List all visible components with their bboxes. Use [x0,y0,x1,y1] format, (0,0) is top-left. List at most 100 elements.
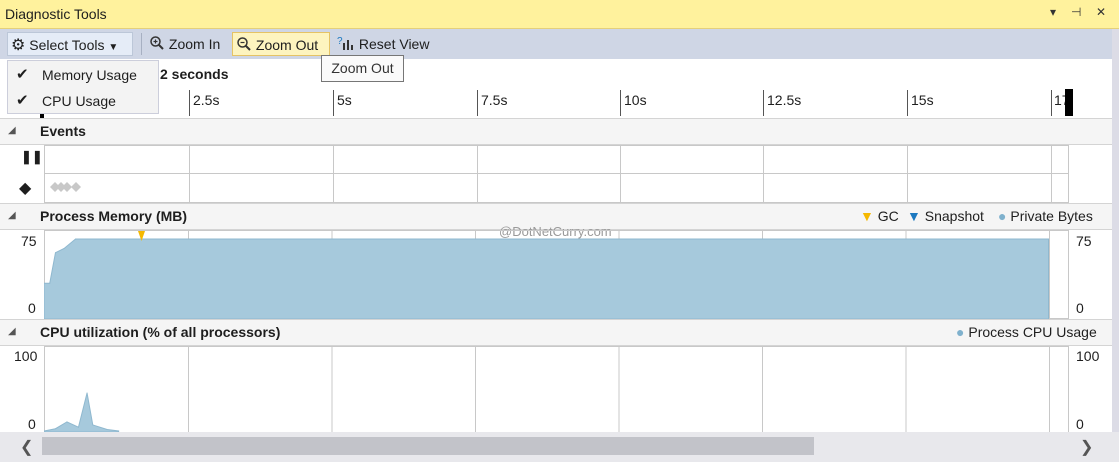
events-track[interactable] [44,145,1069,203]
window-title: Diagnostic Tools [5,6,107,22]
time-ruler[interactable] [0,88,1112,119]
close-icon[interactable]: ✕ [1096,5,1106,19]
memory-data-point [1048,238,1049,240]
ruler-label: 10s [624,92,647,108]
cpu-series-area [44,392,120,432]
memory-data-point [86,238,88,240]
ruler-tick [763,90,764,116]
memory-y-max-label-right: 75 [1076,233,1092,249]
cpu-data-point [66,421,68,423]
ruler-label: 2.5s [193,92,220,108]
process-memory-title: Process Memory (MB) [40,208,188,224]
chevron-down-icon: ▼ [108,42,119,53]
select-tools-menu: ✔ Memory Usage ✔ CPU Usage [7,60,159,114]
memory-data-point [49,282,51,284]
zoom-in-button[interactable]: Zoom In [146,32,223,56]
ruler-tick [620,90,621,116]
memory-series-area [44,238,1049,319]
scroll-right-icon[interactable]: ❯ [1080,437,1093,457]
pause-icon[interactable]: ❚❚ [21,149,43,165]
timeline-end-marker[interactable] [1065,89,1073,116]
cpu-data-point [77,426,79,428]
diamond-icon[interactable]: ◆ [19,178,31,198]
events-section-header[interactable]: ◢ Events [0,118,1112,145]
zoom-in-label: Zoom In [168,36,221,52]
gc-marker-icon: ▼ [860,208,874,224]
cpu-title: CPU utilization (% of all processors) [40,324,281,340]
events-grid-line [44,173,1069,174]
checkmark-icon: ✔ [16,66,29,83]
ruler-tick [333,90,334,116]
timeline-duration-label: 2 seconds [160,66,229,82]
memory-data-point [100,238,102,240]
grid-line [763,145,764,203]
zoom-in-icon [150,36,164,50]
ruler-label: 5s [337,92,352,108]
memory-chart [44,230,1050,319]
cpu-data-point [106,428,108,430]
reset-view-button[interactable]: ? Reset View [334,32,432,56]
private-bytes-dot-icon: ● [998,208,1007,224]
cpu-chart [44,346,1050,432]
legend-private-bytes: ● Private Bytes [998,208,1093,224]
cpu-y-min-label: 0 [28,416,36,432]
legend-process-cpu-usage: ● Process CPU Usage [956,324,1097,340]
cpu-y-min-label-right: 0 [1076,416,1084,432]
toolbar: ⚙ Select Tools ▼ Zoom In Zoom Out ? Rese… [0,29,1112,59]
ruler-tick [477,90,478,116]
svg-text:?: ? [337,36,343,47]
memory-data-point [118,238,120,240]
vertical-scrollbar[interactable] [1112,29,1119,432]
ruler-tick [1051,90,1052,116]
grid-line [477,145,478,203]
reset-view-icon: ? [337,36,353,50]
zoom-out-label: Zoom Out [255,37,319,53]
ruler-label: 7.5s [481,92,508,108]
ruler-tick [907,90,908,116]
reset-view-label: Reset View [358,36,430,52]
memory-y-min-label-right: 0 [1076,300,1084,316]
ruler-label: 12.5s [767,92,802,108]
cpu-data-point [86,392,88,394]
grid-line [333,145,334,203]
dropdown-arrow-icon[interactable]: ▾ [1050,5,1056,19]
memory-y-min-label: 0 [28,300,36,316]
memory-data-point [63,247,65,249]
grid-line [620,145,621,203]
memory-y-max-label: 75 [21,233,37,249]
cpu-data-point [54,428,56,430]
events-title: Events [40,123,86,139]
gear-icon: ⚙ [11,37,26,54]
legend-gc: ▼ GC [860,208,899,224]
zoom-out-tooltip: Zoom Out [321,55,404,82]
cpu-usage-dot-icon: ● [956,324,965,340]
scrollbar-thumb[interactable] [42,437,814,455]
zoom-out-button[interactable]: Zoom Out [232,32,330,56]
checkmark-icon: ✔ [16,92,29,109]
cpu-y-max-label: 100 [14,348,38,364]
cpu-data-point [92,424,94,426]
menu-item-memory-usage[interactable]: ✔ Memory Usage [8,62,158,88]
zoom-out-icon [237,37,251,51]
select-tools-label: Select Tools [29,37,105,53]
grid-line [907,145,908,203]
collapse-triangle-icon[interactable]: ◢ [8,326,16,337]
window-title-bar: Diagnostic Tools ▾ ⊣ ✕ [0,0,1119,29]
scroll-left-icon[interactable]: ❮ [20,437,33,457]
toolbar-separator [141,33,142,55]
grid-line [189,145,190,203]
ruler-label: 15s [911,92,934,108]
grid-line [1051,145,1052,203]
menu-item-cpu-usage[interactable]: ✔ CPU Usage [8,88,158,114]
cpu-y-max-label-right: 100 [1076,348,1100,364]
select-tools-button[interactable]: ⚙ Select Tools ▼ [7,32,133,56]
snapshot-marker-icon: ▼ [907,208,921,224]
memory-data-point [54,252,56,254]
pin-icon[interactable]: ⊣ [1071,5,1081,19]
horizontal-scrollbar[interactable]: ❮ ❯ [0,432,1119,462]
cpu-section-header[interactable]: ◢ CPU utilization (% of all processors) [0,319,1112,346]
collapse-triangle-icon[interactable]: ◢ [8,210,16,221]
memory-data-point [75,238,77,240]
event-markers [50,182,81,192]
collapse-triangle-icon[interactable]: ◢ [8,125,16,136]
